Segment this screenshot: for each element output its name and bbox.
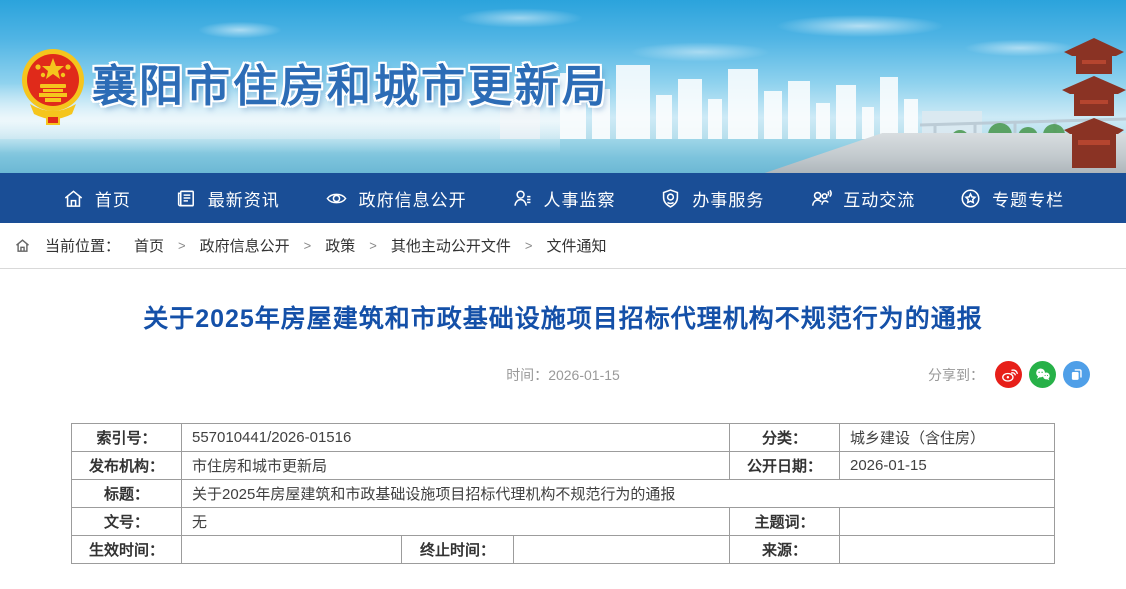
table-row: 索引号： 557010441/2026-01516 分类： 城乡建设（含住房）: [72, 424, 1055, 452]
person-icon: [511, 187, 534, 210]
nav-item-services[interactable]: 办事服务: [659, 186, 764, 211]
breadcrumb-item-notices[interactable]: 文件通知: [546, 235, 606, 256]
chat-people-icon: [808, 187, 833, 210]
nav-label: 专题专栏: [992, 186, 1064, 211]
nav-label: 互动交流: [843, 186, 915, 211]
title-value: 关于2025年房屋建筑和市政基础设施项目招标代理机构不规范行为的通报: [182, 480, 1055, 508]
category-label: 分类：: [730, 424, 840, 452]
news-icon: [175, 187, 198, 210]
effective-value: [182, 536, 402, 564]
weibo-icon: [1000, 366, 1018, 384]
nav-item-home[interactable]: 首页: [62, 186, 131, 211]
breadcrumb: 当前位置： 首页 > 政府信息公开 > 政策 > 其他主动公开文件 > 文件通知: [0, 223, 1126, 269]
publisher-value: 市住房和城市更新局: [182, 452, 730, 480]
expiry-label: 终止时间：: [402, 536, 514, 564]
main-nav: 首页 最新资讯 政府信息公开 人事监察 办事服务 互动交流: [0, 173, 1126, 223]
site-banner: 襄阳市住房和城市更新局: [0, 0, 1126, 173]
table-row: 标题： 关于2025年房屋建筑和市政基础设施项目招标代理机构不规范行为的通报: [72, 480, 1055, 508]
time-label: 时间：: [506, 367, 548, 383]
docnum-label: 文号：: [72, 508, 182, 536]
title-label: 标题：: [72, 480, 182, 508]
breadcrumb-separator: >: [525, 238, 533, 253]
document-meta-table: 索引号： 557010441/2026-01516 分类： 城乡建设（含住房） …: [71, 423, 1055, 564]
time-value: 2026-01-15: [548, 367, 620, 383]
table-row: 文号： 无 主题词：: [72, 508, 1055, 536]
source-label: 来源：: [730, 536, 840, 564]
nav-label: 最新资讯: [208, 186, 280, 211]
share-copy-link-button[interactable]: [1063, 361, 1090, 388]
article-area: 关于2025年房屋建筑和市政基础设施项目招标代理机构不规范行为的通报 时间：20…: [0, 269, 1126, 564]
effective-label: 生效时间：: [72, 536, 182, 564]
breadcrumb-separator: >: [369, 238, 377, 253]
keywords-value: [840, 508, 1055, 536]
wechat-icon: [1033, 365, 1052, 384]
index-label: 索引号：: [72, 424, 182, 452]
breadcrumb-item-home[interactable]: 首页: [134, 235, 164, 256]
nav-item-special[interactable]: 专题专栏: [959, 186, 1064, 211]
national-emblem: [18, 40, 88, 132]
breadcrumb-location-label: 当前位置：: [45, 235, 120, 256]
table-row: 发布机构： 市住房和城市更新局 公开日期： 2026-01-15: [72, 452, 1055, 480]
pubdate-label: 公开日期：: [730, 452, 840, 480]
table-row: 生效时间： 终止时间： 来源：: [72, 536, 1055, 564]
breadcrumb-item-other-docs[interactable]: 其他主动公开文件: [391, 235, 511, 256]
share-wechat-button[interactable]: [1029, 361, 1056, 388]
nav-item-news[interactable]: 最新资讯: [175, 186, 280, 211]
expiry-value: [514, 536, 730, 564]
article-meta-row: 时间：2026-01-15 分享到：: [0, 359, 1126, 389]
nav-label: 首页: [95, 186, 131, 211]
breadcrumb-separator: >: [304, 238, 312, 253]
shield-icon: [659, 187, 682, 210]
publisher-label: 发布机构：: [72, 452, 182, 480]
nav-label: 办事服务: [692, 186, 764, 211]
share-weibo-button[interactable]: [995, 361, 1022, 388]
share-group: 分享到：: [928, 361, 1090, 388]
nav-label: 政府信息公开: [359, 186, 467, 211]
nav-item-gov-info[interactable]: 政府信息公开: [324, 186, 467, 211]
nav-label: 人事监察: [544, 186, 616, 211]
home-icon: [62, 187, 85, 210]
star-icon: [959, 187, 982, 210]
breadcrumb-item-policy[interactable]: 政策: [325, 235, 355, 256]
docnum-value: 无: [182, 508, 730, 536]
source-value: [840, 536, 1055, 564]
banner-pagoda: [1062, 18, 1126, 168]
nav-item-interaction[interactable]: 互动交流: [808, 186, 915, 211]
index-value: 557010441/2026-01516: [182, 424, 730, 452]
pubdate-value: 2026-01-15: [840, 452, 1055, 480]
article-title: 关于2025年房屋建筑和市政基础设施项目招标代理机构不规范行为的通报: [0, 299, 1126, 335]
share-label: 分享到：: [928, 365, 984, 385]
breadcrumb-item-gov-info[interactable]: 政府信息公开: [200, 235, 290, 256]
category-value: 城乡建设（含住房）: [840, 424, 1055, 452]
breadcrumb-separator: >: [178, 238, 186, 253]
nav-item-personnel[interactable]: 人事监察: [511, 186, 616, 211]
copy-link-icon: [1068, 366, 1085, 383]
home-icon: [14, 237, 31, 254]
site-title: 襄阳市住房和城市更新局: [92, 50, 609, 114]
eye-icon: [324, 187, 349, 210]
keywords-label: 主题词：: [730, 508, 840, 536]
